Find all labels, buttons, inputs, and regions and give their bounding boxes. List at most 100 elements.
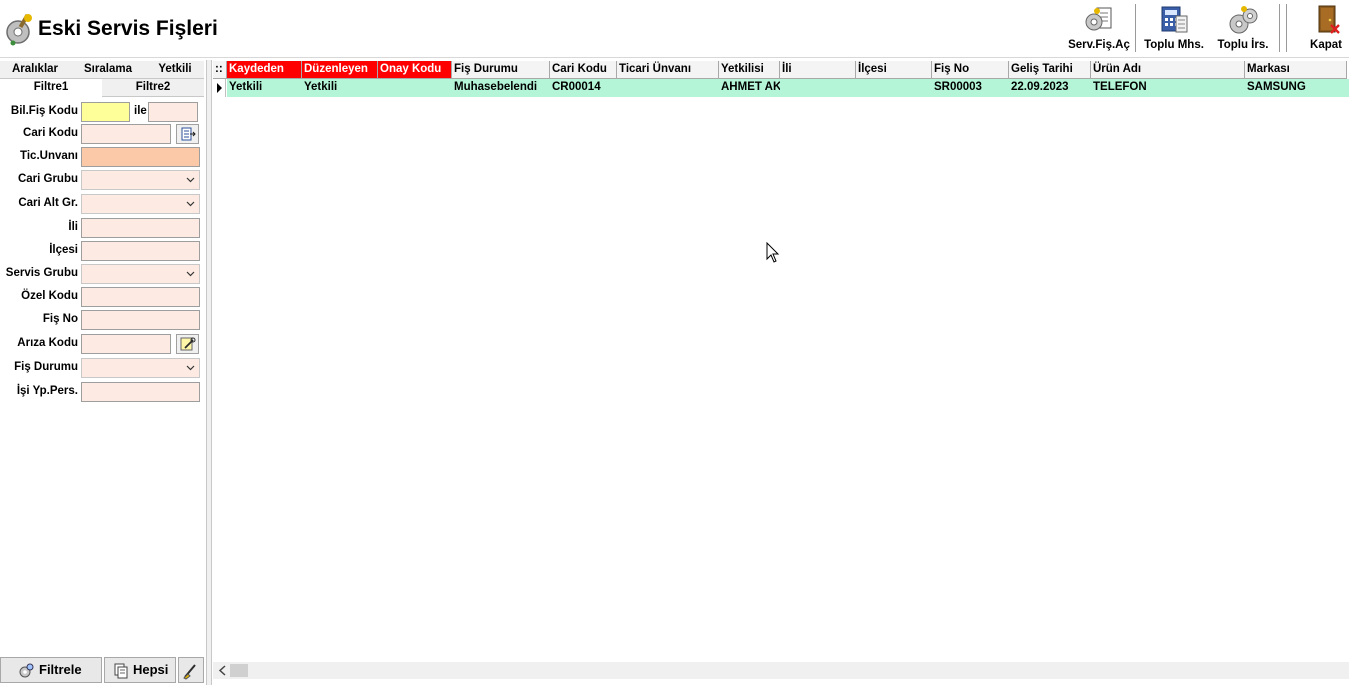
fault-code-label: Arıza Kodu: [17, 337, 78, 349]
cell-gelis-tarihi: 22.09.2023: [1009, 79, 1091, 97]
tab-araliklar[interactable]: Aralıklar: [0, 61, 70, 79]
column-header[interactable]: İli: [780, 61, 856, 79]
cell-ili: [780, 79, 856, 97]
cell-kaydeden: Yetkili: [227, 79, 302, 97]
tab-siralama[interactable]: Sıralama: [70, 61, 146, 79]
close-button[interactable]: Kapat: [1305, 4, 1347, 54]
service-open-label: Serv.Fiş.Aç: [1068, 39, 1130, 51]
bulk-accounting-icon: [1161, 6, 1188, 33]
current-row-arrow-icon: [217, 83, 222, 93]
chevron-down-icon: [186, 201, 195, 207]
toolbar-separator: [1135, 4, 1136, 52]
cell-urun-adi: TELEFON: [1091, 79, 1245, 97]
cari-subgroup-select[interactable]: [81, 194, 200, 214]
trade-title-label: Tic.Unvanı: [20, 150, 78, 162]
column-header[interactable]: Fiş Durumu: [452, 61, 550, 79]
cari-group-select[interactable]: [81, 170, 200, 190]
fault-code-input[interactable]: [81, 334, 171, 354]
receipt-status-select[interactable]: [81, 358, 200, 378]
staff-input[interactable]: [81, 382, 200, 402]
title-bar: Eski Servis Fişleri Serv.Fiş.Aç Toplu Mh…: [0, 0, 1349, 58]
column-header[interactable]: Düzenleyen: [302, 61, 378, 79]
cell-onay-kodu: [378, 79, 452, 97]
filter-panel: Aralıklar Sıralama Yetkili Filtre1 Filtr…: [0, 60, 205, 685]
panel-splitter[interactable]: [206, 60, 212, 685]
cell-duzenleyen: Yetkili: [302, 79, 378, 97]
close-door-icon: [1318, 5, 1340, 34]
bulk-waybill-label: Toplu İrs.: [1217, 39, 1269, 51]
tab-filtre2[interactable]: Filtre2: [102, 79, 204, 97]
cari-subgroup-label: Cari Alt Gr.: [18, 197, 78, 209]
trade-title-input[interactable]: [81, 147, 200, 167]
filter-button[interactable]: Filtrele: [0, 657, 102, 683]
column-header[interactable]: Yetkilisi: [719, 61, 780, 79]
district-label: İlçesi: [49, 244, 78, 256]
cell-ticari-unvani: [617, 79, 719, 97]
special-code-input[interactable]: [81, 287, 200, 307]
column-header[interactable]: Markası: [1245, 61, 1347, 79]
row-indicator: [213, 79, 226, 97]
chevron-down-icon: [186, 177, 195, 183]
filter-button-label: Filtrele: [39, 662, 82, 677]
service-open-button[interactable]: Serv.Fiş.Aç: [1066, 4, 1132, 54]
cari-group-label: Cari Grubu: [17, 173, 78, 185]
column-header[interactable]: Kaydeden: [227, 61, 302, 79]
cell-fis-no: SR00003: [932, 79, 1009, 97]
range-ile-label: ile: [134, 105, 147, 117]
chevron-down-icon: [186, 271, 195, 277]
records-grid: :: Kaydeden Düzenleyen Onay Kodu Fiş Dur…: [213, 60, 1349, 662]
service-app-icon: [6, 13, 32, 46]
column-header[interactable]: Cari Kodu: [550, 61, 617, 79]
column-header[interactable]: Ticari Ünvanı: [617, 61, 719, 79]
horizontal-scrollbar[interactable]: [213, 662, 1349, 679]
chevron-down-icon: [186, 365, 195, 371]
cell-fis-durumu: Muhasebelendi: [452, 79, 550, 97]
cell-yetkilisi: AHMET AK: [719, 79, 780, 97]
bulk-accounting-label: Toplu Mhs.: [1144, 39, 1204, 51]
close-label: Kapat: [1310, 39, 1342, 51]
bulk-waybill-button[interactable]: Toplu İrs.: [1210, 4, 1276, 54]
column-header[interactable]: Ürün Adı: [1091, 61, 1245, 79]
service-group-select[interactable]: [81, 264, 200, 284]
staff-label: İşi Yp.Pers.: [16, 385, 78, 397]
page-title: Eski Servis Fişleri: [38, 17, 218, 40]
cari-code-label: Cari Kodu: [23, 127, 78, 139]
bulk-accounting-button[interactable]: Toplu Mhs.: [1142, 4, 1206, 54]
service-open-icon: [1085, 7, 1112, 31]
tab-filtre1[interactable]: Filtre1: [0, 79, 102, 97]
service-group-label: Servis Grubu: [5, 267, 78, 279]
bulk-waybill-icon: [1229, 6, 1258, 34]
bill-code-label: Bil.Fiş Kodu: [10, 105, 78, 117]
show-all-button[interactable]: Hepsi: [104, 657, 176, 683]
receipt-status-label: Fiş Durumu: [14, 361, 78, 373]
toolbar-separator: [1286, 4, 1287, 52]
wrench-lookup-icon: [180, 337, 196, 351]
tab-yetkili[interactable]: Yetkili: [146, 61, 204, 79]
scroll-thumb[interactable]: [230, 664, 248, 677]
column-header[interactable]: Fiş No: [932, 61, 1009, 79]
lookup-list-icon: [181, 127, 196, 141]
district-input[interactable]: [81, 241, 200, 261]
cari-lookup-button[interactable]: [176, 124, 199, 144]
column-header[interactable]: Geliş Tarihi: [1009, 61, 1091, 79]
city-label: İli: [68, 221, 78, 233]
clear-filter-button[interactable]: [178, 657, 204, 683]
receipt-no-input[interactable]: [81, 310, 200, 330]
eraser-brush-icon: [183, 663, 196, 680]
fault-code-lookup-button[interactable]: [176, 334, 199, 354]
special-code-label: Özel Kodu: [21, 290, 78, 302]
indicator-header: ::: [213, 61, 227, 79]
grid-header: :: Kaydeden Düzenleyen Onay Kodu Fiş Dur…: [213, 61, 1349, 79]
table-row[interactable]: Yetkili Yetkili Muhasebelendi CR00014 AH…: [213, 79, 1349, 97]
bill-code-from-input[interactable]: [81, 102, 130, 122]
column-header[interactable]: Onay Kodu: [378, 61, 452, 79]
column-header[interactable]: İlçesi: [856, 61, 932, 79]
city-input[interactable]: [81, 218, 200, 238]
bill-code-to-input[interactable]: [148, 102, 198, 122]
cell-markasi: SAMSUNG: [1245, 79, 1349, 97]
documents-icon: [114, 663, 128, 679]
cell-cari-kodu: CR00014: [550, 79, 617, 97]
cell-ilcesi: [856, 79, 932, 97]
scroll-left-icon[interactable]: [218, 665, 228, 676]
cari-code-input[interactable]: [81, 124, 171, 144]
